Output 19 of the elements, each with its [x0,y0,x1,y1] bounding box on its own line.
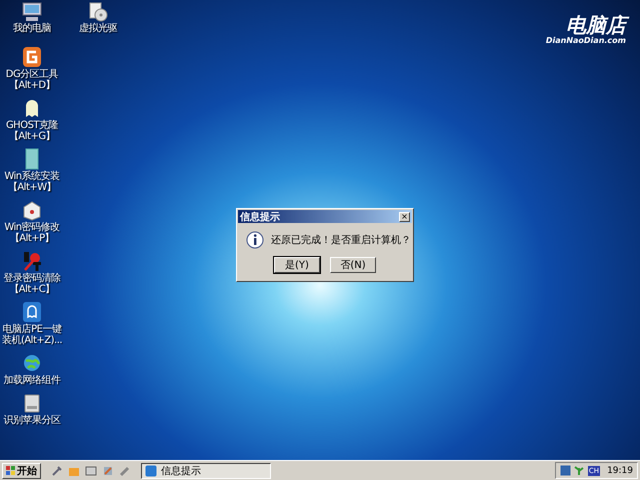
desktop-shortcut[interactable]: Win系统安装 【Alt+W】 [0,148,64,193]
dialog-message: 还原已完成！是否重启计算机？ [271,234,411,247]
dialog-button[interactable]: 否(N) [330,257,376,273]
desktop-shortcut[interactable]: 加载网络组件 [0,352,64,386]
desktop-shortcut[interactable]: 我的电脑 [0,2,64,34]
desktop-shortcut[interactable]: 识别苹果分区 [0,392,64,426]
desktop-shortcut[interactable]: GHOST克隆 【Alt+G】 [0,97,64,142]
start-button[interactable]: 开始 [2,462,41,478]
dialog-button[interactable]: 是(Y) [274,257,320,273]
logo-subtitle: DianNaoDian.com [546,36,626,45]
clock: 19:19 [607,466,633,476]
close-button[interactable]: × [399,212,410,222]
desktop-shortcut[interactable]: 虚拟光驱 [66,2,130,34]
desktop-shortcut[interactable]: 电脑店PE一键 装机(Alt+Z)... [0,301,64,346]
taskbar-task[interactable]: 信息提示 [141,462,271,478]
desktop-shortcut[interactable]: DG分区工具 【Alt+D】 [0,46,64,91]
desktop-shortcut[interactable]: 登录密码清除 【Alt+C】 [0,250,64,295]
desktop-shortcut[interactable]: Win密码修改 【Alt+P】 [0,199,64,244]
dialog-title: 信息提示 [240,210,280,224]
